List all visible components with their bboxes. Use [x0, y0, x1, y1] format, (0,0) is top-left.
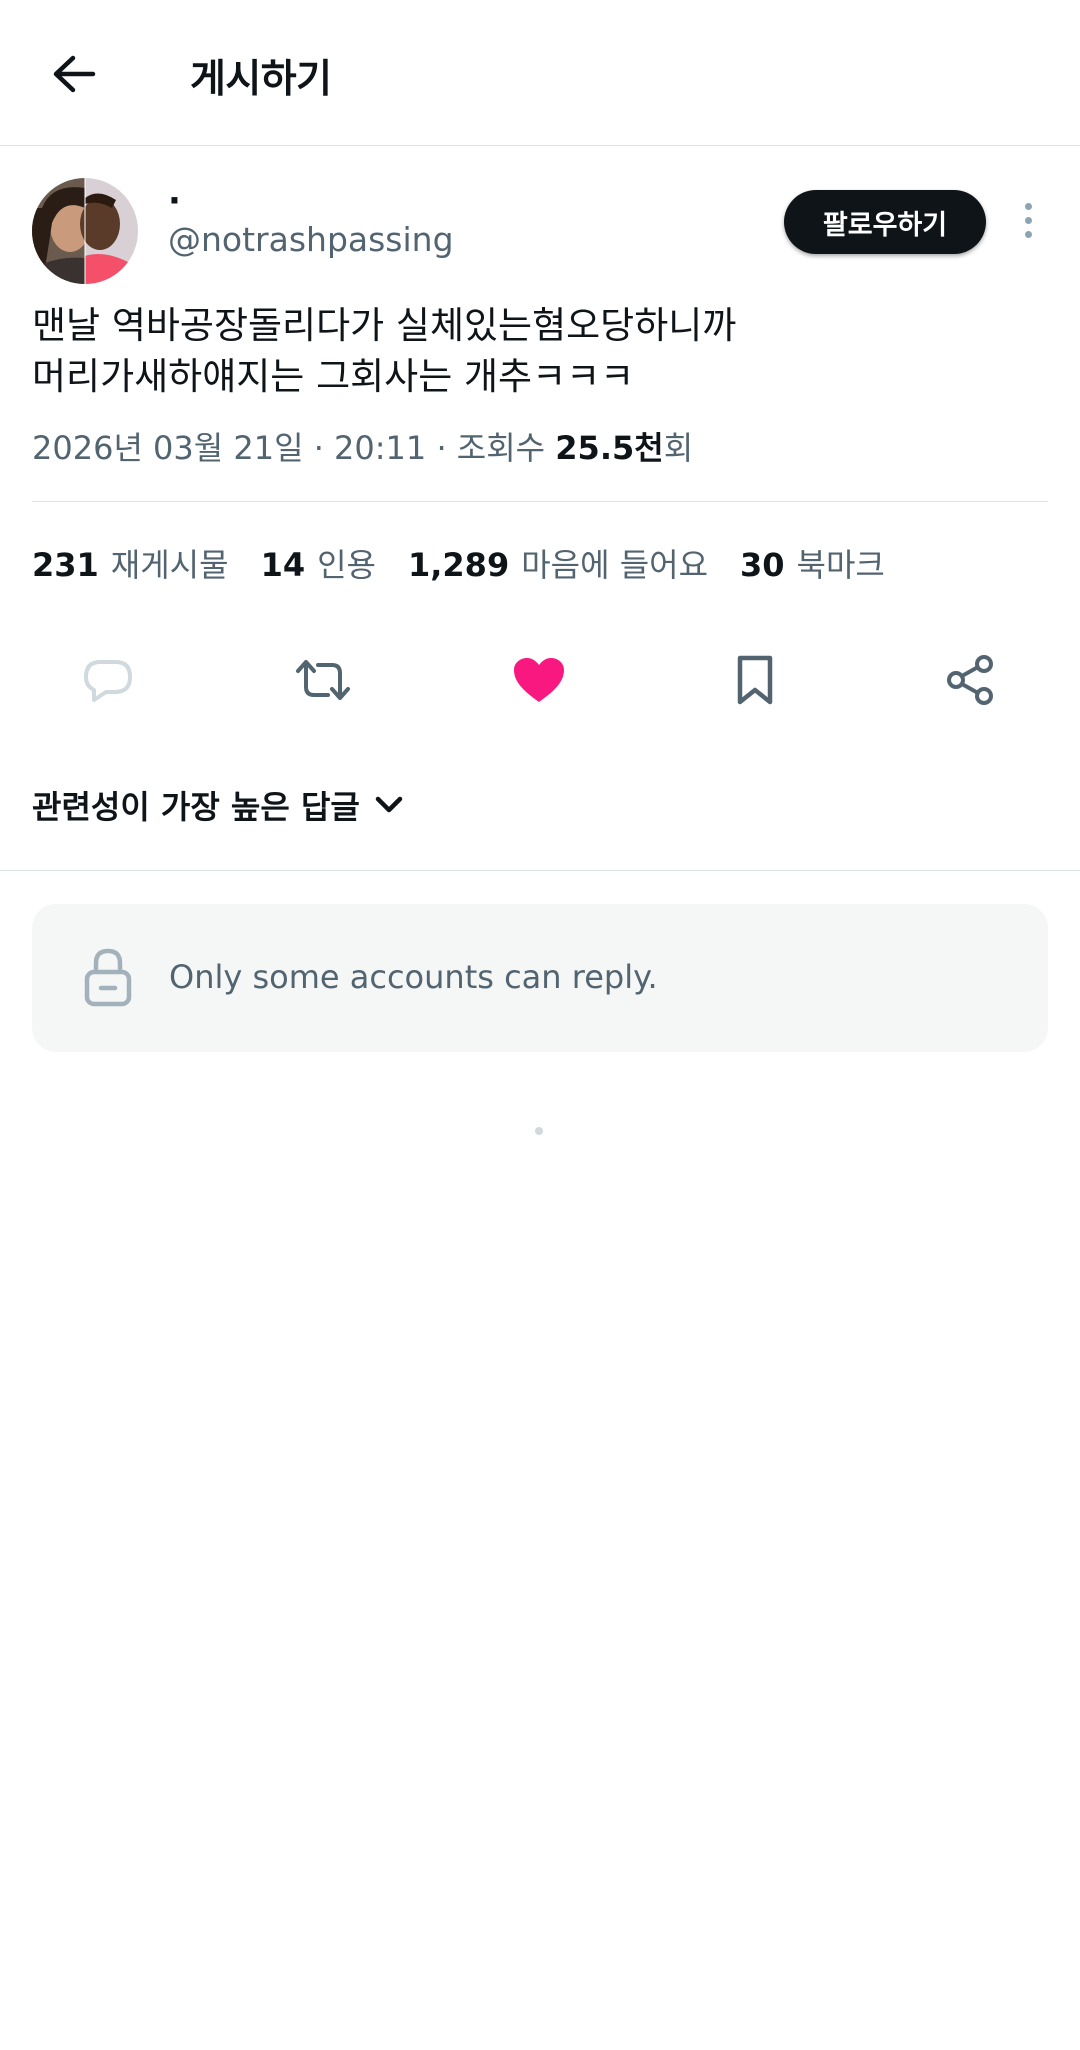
post-text: 맨날 역바공장돌리다가 실체있는혐오당하니까 머리가새하얘지는 그회사는 개추ㅋ…: [32, 300, 1042, 402]
stat-value: 231: [32, 546, 99, 584]
view-suffix: 회: [663, 429, 694, 467]
view-count: 25.5천: [555, 429, 664, 467]
avatar[interactable]: [32, 178, 138, 284]
loading-indicator: [535, 1127, 543, 1135]
stat-value: 1,289: [407, 546, 510, 584]
stat-value: 14: [260, 546, 306, 584]
reply-sort-selector[interactable]: 관련성이 가장 높은 답글: [32, 782, 404, 828]
reply-restriction-text: Only some accounts can reply.: [169, 958, 658, 996]
more-dot-icon: [1024, 216, 1032, 224]
stat-bookmarks[interactable]: 30 북마크: [740, 540, 885, 586]
stat-quotes[interactable]: 14 인용: [261, 540, 376, 586]
reply-button[interactable]: [68, 640, 148, 720]
stat-label: 인용: [317, 546, 376, 584]
more-dot-icon: [1024, 230, 1032, 238]
post-text-line: 맨날 역바공장돌리다가 실체있는혐오당하니까: [32, 304, 737, 347]
share-icon: [947, 655, 993, 705]
back-button[interactable]: [44, 44, 104, 104]
bookmark-button[interactable]: [715, 640, 795, 720]
author-handle[interactable]: @notrashpassing: [168, 220, 454, 259]
repost-button[interactable]: [283, 640, 363, 720]
arrow-left-icon: [53, 55, 96, 93]
post-date[interactable]: 2026년 03월 21일 · 20:11 · 조회수: [32, 429, 555, 467]
display-name[interactable]: ·: [168, 184, 181, 218]
reply-restriction-notice: Only some accounts can reply.: [32, 904, 1048, 1052]
top-bar: 게시하기: [0, 0, 1080, 146]
more-options-button[interactable]: [1012, 196, 1044, 244]
like-button[interactable]: [499, 640, 579, 720]
stat-label: 마음에 들어요: [521, 546, 709, 584]
action-bar: [0, 640, 1080, 720]
post-author: · @notrashpassing 팔로우하기: [32, 178, 1048, 288]
divider: [32, 501, 1048, 502]
more-dot-icon: [1024, 202, 1032, 210]
engagement-stats: 231 재게시물 14 인용 1,289 마음에 들어요 30 북마크: [32, 540, 885, 586]
post-meta: 2026년 03월 21일 · 20:11 · 조회수 25.5천회: [32, 423, 693, 469]
stat-reposts[interactable]: 231 재게시물: [32, 540, 229, 586]
heart-filled-icon: [514, 658, 564, 702]
share-button[interactable]: [930, 640, 1010, 720]
avatar-image: [32, 178, 138, 284]
reply-sort-label: 관련성이 가장 높은 답글: [32, 788, 360, 826]
bookmark-icon: [737, 655, 773, 705]
repost-icon: [296, 660, 350, 700]
stat-label: 재게시물: [110, 546, 229, 584]
stat-label: 북마크: [796, 546, 885, 584]
lock-icon: [84, 948, 132, 1007]
reply-icon: [84, 660, 132, 702]
post-text-line: 머리가새하얘지는 그회사는 개추ㅋㅋㅋ: [32, 355, 635, 398]
follow-button[interactable]: 팔로우하기: [784, 190, 986, 254]
stat-likes[interactable]: 1,289 마음에 들어요: [408, 540, 708, 586]
stat-value: 30: [740, 546, 785, 584]
page-title: 게시하기: [190, 57, 332, 102]
chevron-down-icon: [375, 796, 403, 813]
divider: [0, 870, 1080, 871]
